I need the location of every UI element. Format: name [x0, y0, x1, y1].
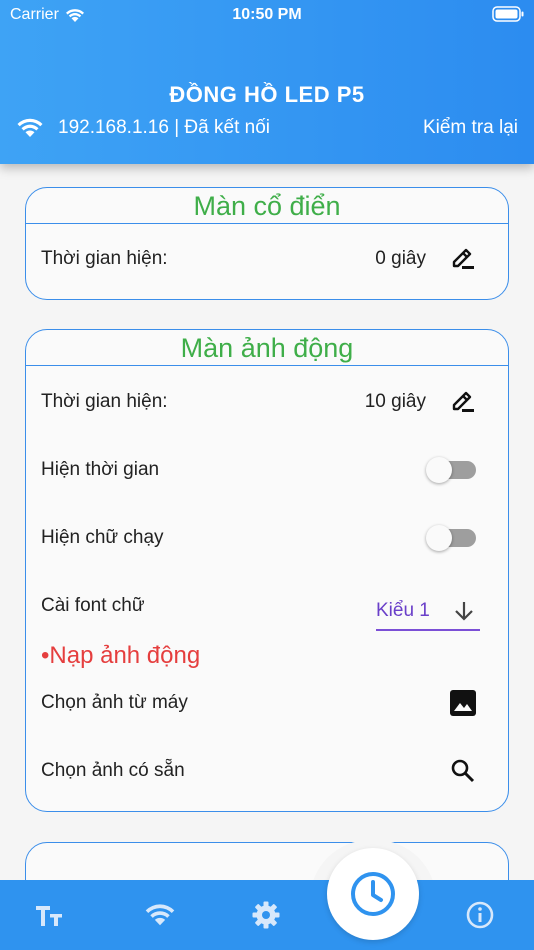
app-header: Carrier 10:50 PM ĐỒNG HỒ LED P5 192.168.… — [0, 0, 534, 164]
settings-gear-icon[interactable] — [248, 897, 284, 933]
card-title: Màn ảnh động — [26, 330, 508, 366]
show-marquee-toggle[interactable] — [426, 525, 478, 551]
pick-preset-row[interactable]: Chọn ảnh có sẵn — [41, 756, 478, 786]
wifi-icon[interactable] — [142, 897, 178, 933]
show-time-label: Hiện thời gian — [41, 459, 160, 480]
font-dropdown-value: Kiểu 1 — [376, 600, 430, 621]
show-marquee-row: Hiện chữ chạy — [41, 523, 478, 553]
edit-icon[interactable] — [448, 387, 478, 417]
page-title: ĐỒNG HỒ LED P5 — [169, 82, 365, 107]
animation-display-time-row: Thời gian hiện: 10 giây — [41, 387, 478, 417]
bottom-navigation — [0, 880, 534, 950]
arrow-down-icon — [455, 602, 473, 621]
font-label: Cài font chữ — [41, 595, 145, 616]
battery-icon — [492, 6, 524, 27]
card-title: Màn cổ điển — [26, 188, 508, 224]
toggle-knob — [426, 525, 452, 551]
next-card-partial — [25, 842, 509, 880]
recheck-button[interactable]: Kiểm tra lại — [423, 117, 518, 139]
toggle-knob — [426, 457, 452, 483]
display-time-value: 10 giây — [364, 391, 426, 412]
font-row: Cài font chữ Kiểu 1 — [41, 591, 480, 631]
show-time-toggle[interactable] — [426, 457, 478, 483]
font-dropdown[interactable]: Kiểu 1 — [376, 597, 480, 631]
classic-display-time-row: Thời gian hiện: 0 giây — [41, 244, 478, 274]
display-time-label: Thời gian hiện: — [41, 248, 168, 269]
clock-fab-button[interactable] — [327, 848, 419, 940]
display-time-label: Thời gian hiện: — [41, 391, 168, 412]
animation-screen-card: Màn ảnh động Thời gian hiện: 10 giây Hiệ… — [25, 329, 509, 812]
show-time-row: Hiện thời gian — [41, 455, 478, 485]
search-icon[interactable] — [448, 756, 478, 786]
wifi-icon — [17, 118, 43, 137]
settings-content[interactable]: Màn cổ điển Thời gian hiện: 0 giây Màn ả… — [0, 164, 534, 880]
display-time-value: 0 giây — [375, 248, 426, 269]
classic-screen-card: Màn cổ điển Thời gian hiện: 0 giây — [25, 187, 509, 300]
connection-text: 192.168.1.16 | Đã kết nối — [58, 117, 270, 138]
upload-animation-heading: •Nạp ảnh động — [41, 642, 201, 669]
pick-preset-label: Chọn ảnh có sẵn — [41, 760, 185, 781]
edit-icon[interactable] — [448, 244, 478, 274]
show-marquee-label: Hiện chữ chạy — [41, 527, 164, 548]
status-bar: Carrier 10:50 PM — [0, 0, 534, 32]
clock-icon — [351, 872, 395, 916]
text-size-icon[interactable] — [32, 897, 68, 933]
pick-device-label: Chọn ảnh từ máy — [41, 692, 188, 713]
pick-from-device-row[interactable]: Chọn ảnh từ máy — [41, 688, 478, 718]
connection-status: 192.168.1.16 | Đã kết nối — [16, 117, 270, 139]
status-time: 10:50 PM — [232, 6, 302, 23]
info-icon[interactable] — [462, 897, 498, 933]
image-icon[interactable] — [448, 688, 478, 718]
